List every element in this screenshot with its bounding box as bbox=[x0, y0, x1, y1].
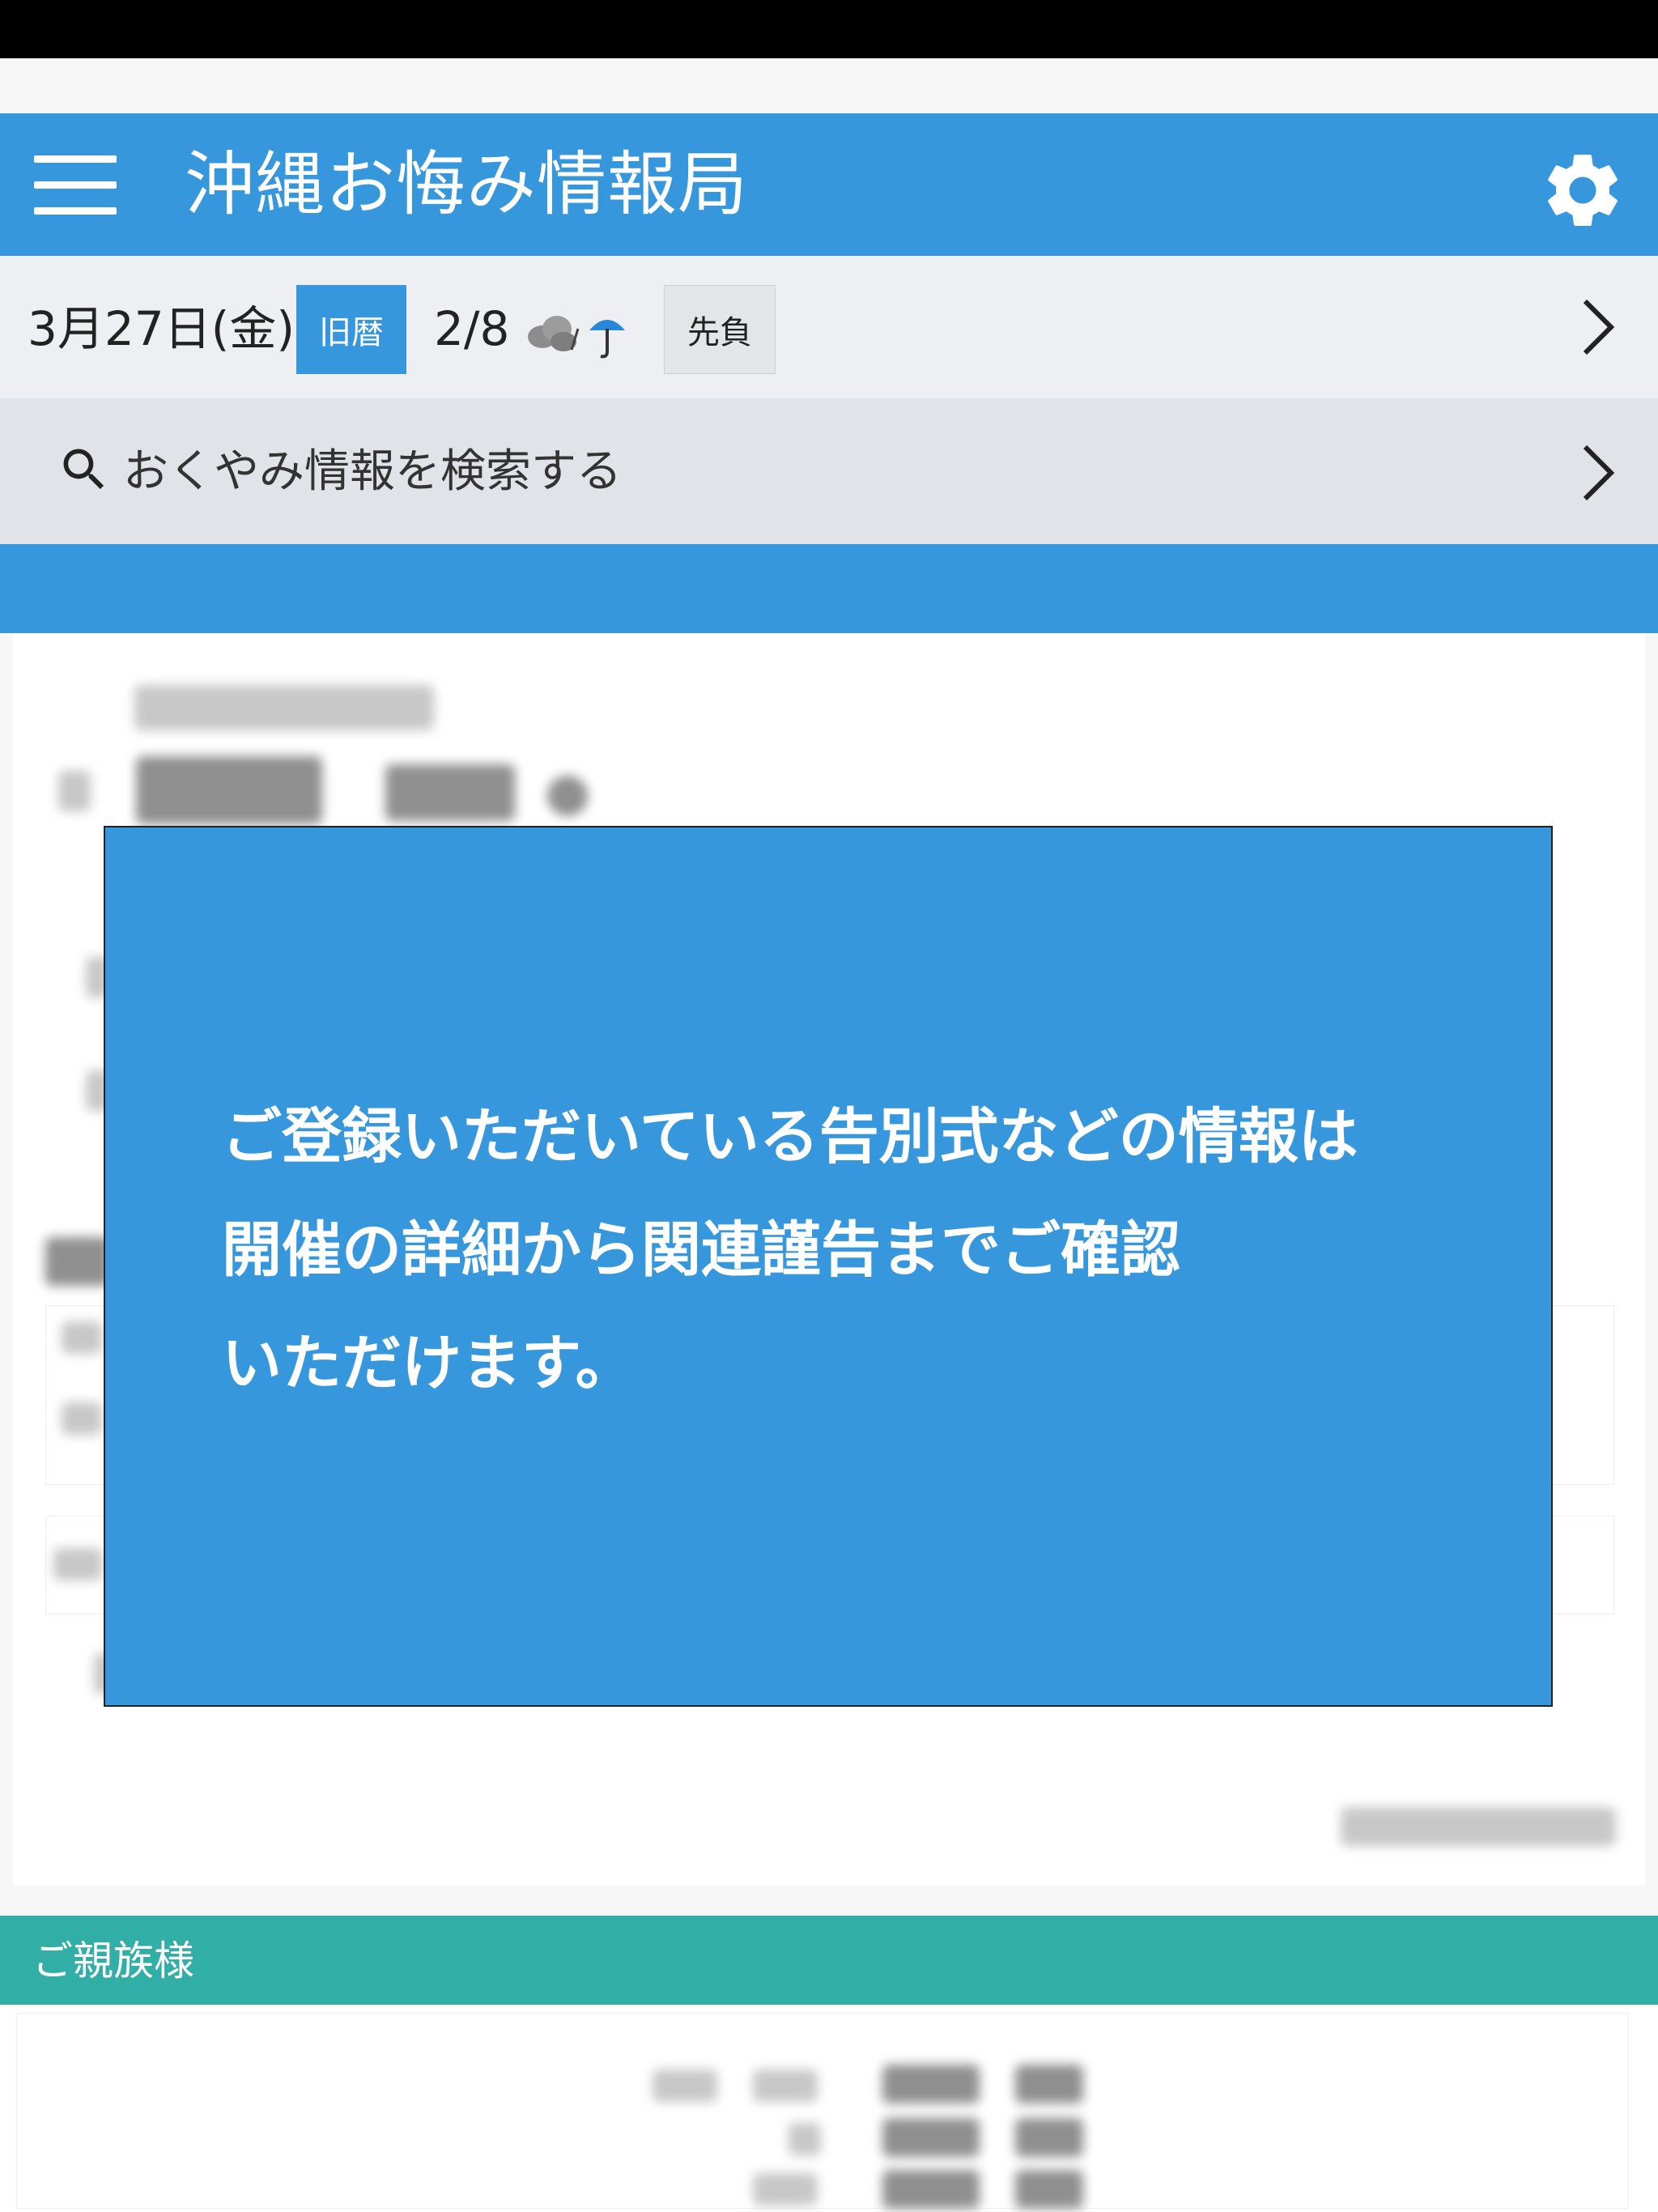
blurred-content bbox=[1015, 2170, 1083, 2209]
overlay-line: 開催の詳細から関連謹告までご確認 bbox=[222, 1215, 1180, 1285]
blurred-content bbox=[882, 2118, 980, 2157]
blurred-content bbox=[753, 2069, 818, 2102]
app-bar: 沖縄お悔み情報局 bbox=[0, 113, 1658, 256]
kyureki-badge: 旧暦 bbox=[296, 285, 406, 374]
blurred-date bbox=[1341, 1807, 1616, 1846]
top-spacer bbox=[0, 58, 1658, 113]
overlay-line: ご登録いただいている告別式などの情報は bbox=[222, 1102, 1358, 1172]
blurred-content bbox=[136, 756, 322, 824]
chevron-right-icon[interactable] bbox=[1577, 440, 1618, 505]
blurred-content bbox=[882, 2170, 980, 2209]
search-row[interactable]: おくやみ情報を検索する bbox=[0, 398, 1658, 544]
blurred-content bbox=[134, 685, 434, 730]
blurred-content bbox=[62, 1402, 102, 1435]
rokuyo-badge: 先負 bbox=[664, 285, 776, 374]
blurred-content bbox=[1015, 2065, 1083, 2104]
chevron-right-icon[interactable] bbox=[1577, 295, 1618, 359]
search-label: おくやみ情報を検索する bbox=[123, 445, 622, 498]
relatives-box bbox=[16, 2013, 1629, 2209]
blurred-content bbox=[58, 771, 91, 811]
relatives-header: ご親族様 bbox=[0, 1916, 1658, 2005]
blurred-content bbox=[62, 1321, 102, 1354]
cloud-umbrella-icon bbox=[528, 316, 625, 359]
blurred-content bbox=[653, 2069, 717, 2102]
search-icon bbox=[63, 449, 104, 490]
info-overlay[interactable]: ご登録いただいている告別式などの情報は 開催の詳細から関連謹告までご確認 いただ… bbox=[104, 826, 1553, 1707]
date-row[interactable]: 3月27日(金) 2/8 bbox=[0, 256, 1658, 398]
relatives-list bbox=[0, 2005, 1658, 2212]
blurred-content bbox=[789, 2123, 821, 2155]
hamburger-icon[interactable] bbox=[34, 155, 117, 215]
lunar-date: 2/8 bbox=[434, 301, 510, 356]
overlay-message: ご登録いただいている告別式などの情報は 開催の詳細から関連謹告までご確認 いただ… bbox=[222, 1080, 1485, 1420]
app-title: 沖縄お悔み情報局 bbox=[185, 144, 748, 225]
blue-band bbox=[0, 544, 1658, 633]
blurred-content bbox=[882, 2065, 980, 2104]
status-bar bbox=[0, 0, 1658, 58]
overlay-line: いただけます。 bbox=[222, 1329, 636, 1398]
blurred-content bbox=[1015, 2118, 1083, 2157]
blurred-content bbox=[385, 764, 515, 821]
blurred-content bbox=[45, 1237, 110, 1286]
today-date: 3月27日(金) bbox=[28, 301, 295, 356]
blurred-content bbox=[547, 776, 588, 816]
relatives-title: ご親族様 bbox=[32, 1938, 194, 1984]
blurred-content bbox=[753, 2173, 818, 2206]
gear-icon[interactable] bbox=[1538, 146, 1627, 235]
blurred-content bbox=[53, 1548, 102, 1580]
